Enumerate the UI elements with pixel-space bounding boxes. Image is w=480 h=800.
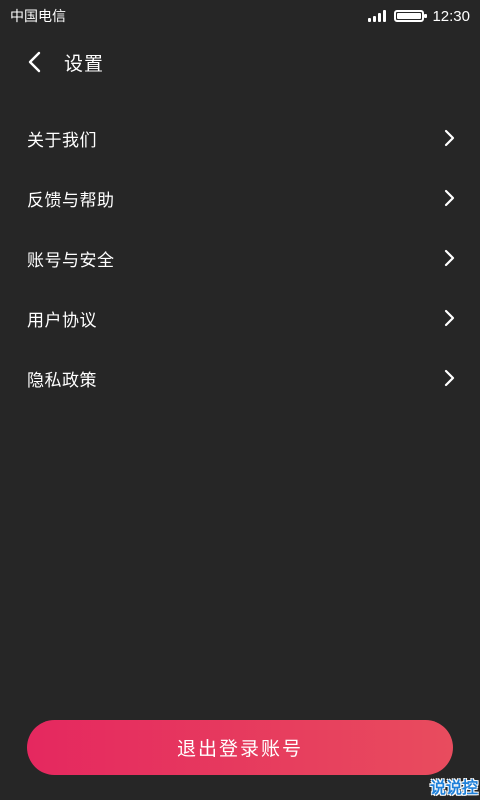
battery-icon <box>394 10 428 22</box>
signal-icon <box>368 10 387 22</box>
menu-item-account-security[interactable]: 账号与安全 <box>0 228 480 288</box>
menu-item-label: 关于我们 <box>27 130 97 151</box>
chevron-right-icon <box>442 248 456 268</box>
battery-level <box>397 13 422 19</box>
logout-button[interactable]: 退出登录账号 <box>27 720 453 775</box>
chevron-right-icon <box>442 188 456 208</box>
chevron-right-icon <box>442 128 456 148</box>
menu-item-label: 账号与安全 <box>27 250 115 271</box>
menu-item-user-agreement[interactable]: 用户协议 <box>0 288 480 348</box>
page-title: 设置 <box>64 52 105 75</box>
chevron-right-icon <box>442 368 456 388</box>
settings-menu: 关于我们 反馈与帮助 账号与安全 用户协议 隐私政策 <box>0 108 480 408</box>
menu-item-about-us[interactable]: 关于我们 <box>0 108 480 168</box>
menu-item-feedback-help[interactable]: 反馈与帮助 <box>0 168 480 228</box>
menu-item-label: 反馈与帮助 <box>27 190 115 211</box>
chevron-right-icon <box>442 308 456 328</box>
chevron-left-icon <box>28 51 41 73</box>
status-bar: 中国电信 12:30 <box>0 0 480 32</box>
menu-item-privacy-policy[interactable]: 隐私政策 <box>0 348 480 408</box>
header: 设置 <box>0 36 480 88</box>
watermark-logo: 说说控 <box>429 778 478 797</box>
back-button[interactable] <box>14 42 54 82</box>
status-time: 12:30 <box>432 7 470 25</box>
status-indicators: 12:30 <box>368 8 470 25</box>
menu-item-label: 隐私政策 <box>27 370 97 391</box>
carrier-name: 中国电信 <box>10 9 66 25</box>
menu-item-label: 用户协议 <box>27 310 97 331</box>
